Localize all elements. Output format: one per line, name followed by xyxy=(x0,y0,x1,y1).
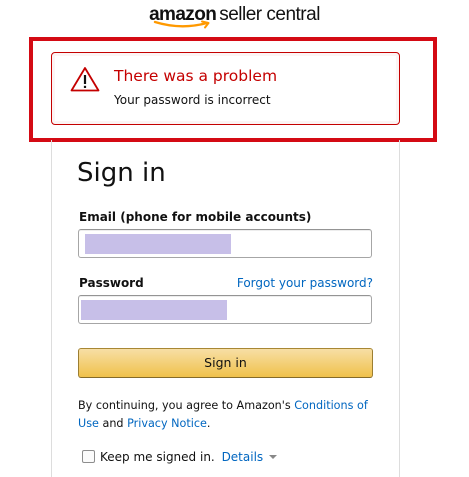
privacy-notice-link[interactable]: Privacy Notice xyxy=(127,417,207,430)
sign-in-button[interactable]: Sign in xyxy=(78,348,373,378)
page-title: Sign in xyxy=(77,158,166,188)
legal-prefix-text: By continuing, you agree to Amazon's xyxy=(78,399,295,412)
amazon-seller-central-logo[interactable]: amazon seller central xyxy=(0,4,469,30)
password-label: Password xyxy=(79,276,144,290)
email-label: Email (phone for mobile accounts) xyxy=(79,210,312,224)
error-alert: There was a problem Your password is inc… xyxy=(51,52,400,125)
forgot-password-link[interactable]: Forgot your password? xyxy=(237,276,373,290)
card-border-right xyxy=(399,140,400,477)
legal-and-text: and xyxy=(98,417,128,430)
amazon-smile-icon xyxy=(153,20,210,29)
details-link[interactable]: Details xyxy=(222,450,264,464)
alert-message: Your password is incorrect xyxy=(114,93,271,107)
caret-down-icon[interactable] xyxy=(269,455,278,459)
legal-notice: By continuing, you agree to Amazon's Con… xyxy=(78,397,378,433)
keep-signed-in-row: Keep me signed in. Details xyxy=(82,450,278,466)
alert-title: There was a problem xyxy=(114,67,278,85)
email-field[interactable] xyxy=(78,229,372,258)
redacted-email-value xyxy=(85,234,231,254)
redacted-password-value xyxy=(81,300,227,320)
logo-seller-central-text: seller central xyxy=(219,4,320,25)
keep-signed-in-checkbox[interactable] xyxy=(82,450,95,463)
card-border-left xyxy=(51,140,52,477)
warning-icon xyxy=(70,67,100,92)
keep-signed-in-label[interactable]: Keep me signed in. xyxy=(100,450,215,464)
legal-suffix-text: . xyxy=(206,417,211,430)
password-field[interactable] xyxy=(78,295,372,324)
